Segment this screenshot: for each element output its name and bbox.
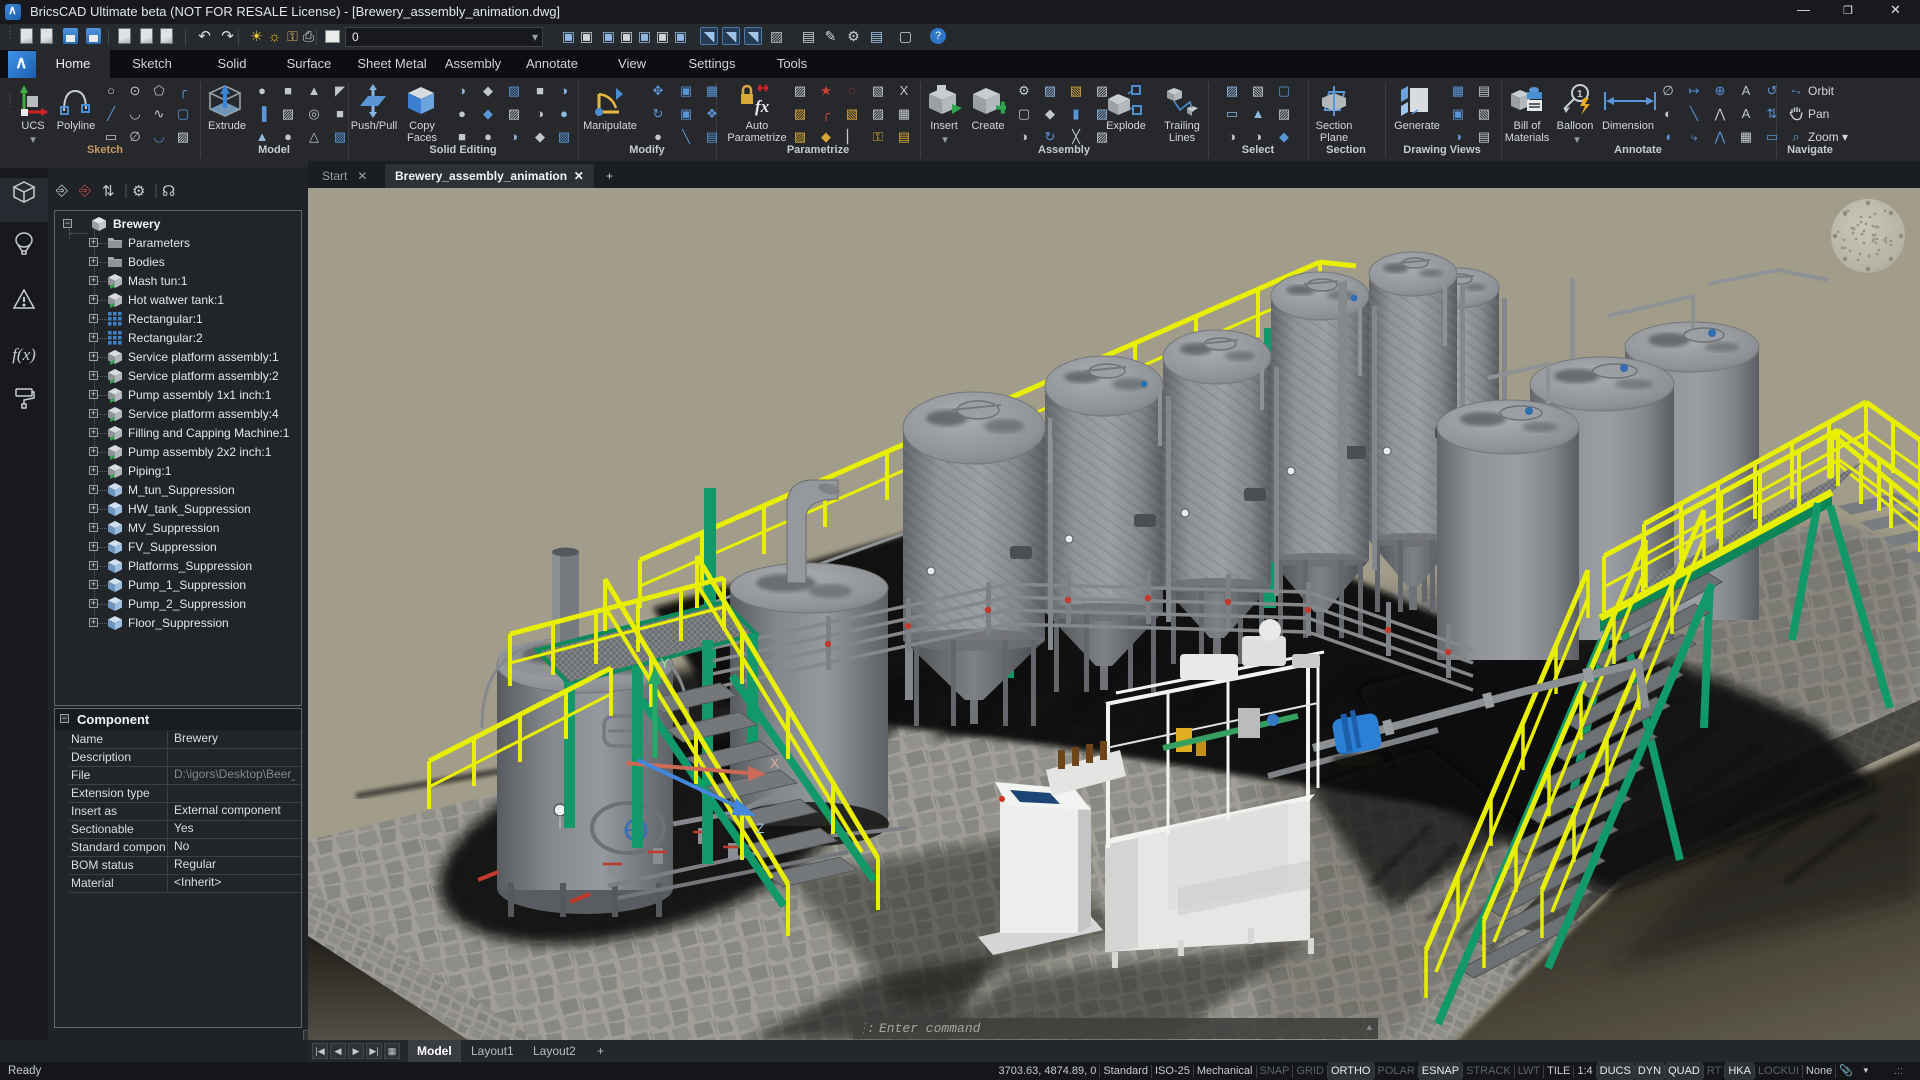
svg-text:X: X bbox=[770, 755, 780, 771]
svg-text:Z: Z bbox=[756, 820, 765, 836]
svg-text:Y: Y bbox=[660, 655, 670, 671]
svg-text:1: 1 bbox=[1577, 89, 1583, 100]
svg-text:fx: fx bbox=[755, 97, 770, 116]
